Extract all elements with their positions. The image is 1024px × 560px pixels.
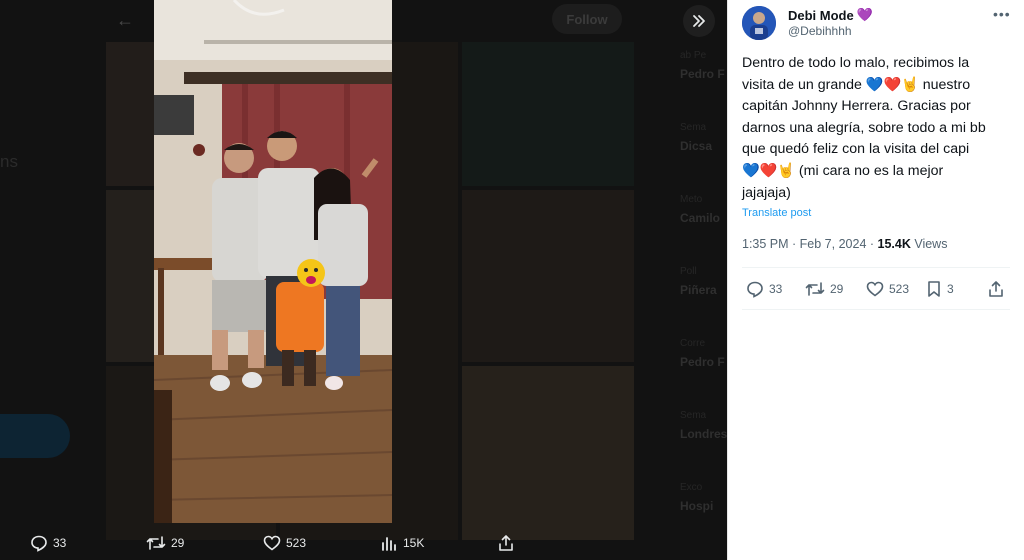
tweet-text-line: 💙❤️🤘 (mi cara no es la mejor <box>742 162 944 179</box>
trend-item: Meto Camilo <box>680 194 721 225</box>
post-date[interactable]: Feb 7, 2024 <box>800 237 867 251</box>
tweet-text-line: visita de un grande 💙❤️🤘 nuestro <box>742 76 971 93</box>
background-text: ns <box>0 152 18 171</box>
tweet-text-line: Dentro de todo lo malo, recibimos la <box>742 55 970 71</box>
translate-post-link[interactable]: Translate post <box>742 207 811 219</box>
media-share-button[interactable] <box>497 534 515 552</box>
background-post-button <box>0 414 70 458</box>
tweet-text-line: darnos una alegría, sobre todo a mi bb <box>742 119 986 136</box>
more-options-icon[interactable]: ••• <box>993 6 1011 22</box>
chevrons-right-icon <box>693 15 705 27</box>
media-repost-button[interactable]: 29 <box>146 534 184 552</box>
divider <box>742 267 1010 268</box>
reply-count: 33 <box>769 282 783 296</box>
trend-item: ab Pe Pedro F <box>680 50 725 81</box>
user-handle[interactable]: @Debihhhh <box>788 24 852 38</box>
views-chart-icon <box>382 537 396 551</box>
tweet-text-line: capitán Johnny Herrera. Gracias por <box>742 98 971 115</box>
divider <box>742 309 1010 310</box>
media-reply-button[interactable]: 33 <box>30 534 66 552</box>
heart-icon <box>263 535 281 551</box>
trend-item: Sema Londres <box>680 410 727 441</box>
repost-button[interactable]: 29 <box>805 280 843 298</box>
views-count: 15.4K <box>877 237 911 251</box>
share-icon <box>499 535 513 551</box>
post-photo[interactable] <box>154 0 392 523</box>
media-like-count: 523 <box>286 536 307 550</box>
back-arrow-icon: ← <box>116 10 134 30</box>
repost-icon <box>805 282 825 296</box>
trend-item: Sema Dicsa <box>680 122 713 153</box>
bookmark-button[interactable]: 3 <box>926 280 954 298</box>
tweet-meta: 1:35 PM · Feb 7, 2024 · 15.4K Views <box>742 237 948 251</box>
share-icon <box>989 281 1003 297</box>
trend-item: Poll Piñera <box>680 266 717 297</box>
trend-item: Corre Pedro F <box>680 338 725 369</box>
tweet-panel: Debi Mode 💜 @Debihhhh ••• Dentro de todo… <box>727 0 1024 560</box>
display-name[interactable]: Debi Mode 💜 <box>788 7 873 23</box>
media-repost-count: 29 <box>171 536 185 550</box>
viewer-stage: ← Follow ns ab Pe Pedro F Sema Dicsa Meto C… <box>0 0 1024 560</box>
media-action-bar: 33 29 523 15K <box>0 530 727 560</box>
reply-button[interactable]: 33 <box>746 280 782 298</box>
background-trends-list: ab Pe Pedro F Sema Dicsa Meto Camilo Poll Pi… <box>680 40 727 544</box>
post-time[interactable]: 1:35 PM <box>742 237 789 251</box>
reply-icon <box>31 535 47 552</box>
tweet-text: Dentro de todo lo malo, recibimos la vis… <box>742 53 1014 204</box>
views-label: Views <box>910 237 948 251</box>
avatar[interactable] <box>742 6 776 40</box>
tweet-text-line: que quedó feliz con la visita del capi <box>742 141 970 158</box>
media-views-button[interactable]: 15K <box>380 534 424 552</box>
media-reply-count: 33 <box>53 536 67 550</box>
media-views-count: 15K <box>403 536 425 550</box>
share-button[interactable] <box>987 280 1005 298</box>
heart-icon <box>866 281 884 297</box>
media-like-button[interactable]: 523 <box>263 534 306 552</box>
repost-icon <box>146 536 166 550</box>
reply-icon <box>747 281 763 298</box>
purple-heart-emoji: 💜 <box>856 7 873 22</box>
tweet-text-line: jajajaja) <box>742 184 791 201</box>
bookmark-count: 3 <box>947 282 954 296</box>
follow-button: Follow <box>552 4 622 34</box>
bookmark-icon <box>928 281 940 297</box>
tweet-actions: 33 29 523 3 <box>742 280 1012 300</box>
like-count: 523 <box>889 282 910 296</box>
collapse-panel-button[interactable] <box>683 5 715 37</box>
like-button[interactable]: 523 <box>866 280 909 298</box>
repost-count: 29 <box>830 282 844 296</box>
